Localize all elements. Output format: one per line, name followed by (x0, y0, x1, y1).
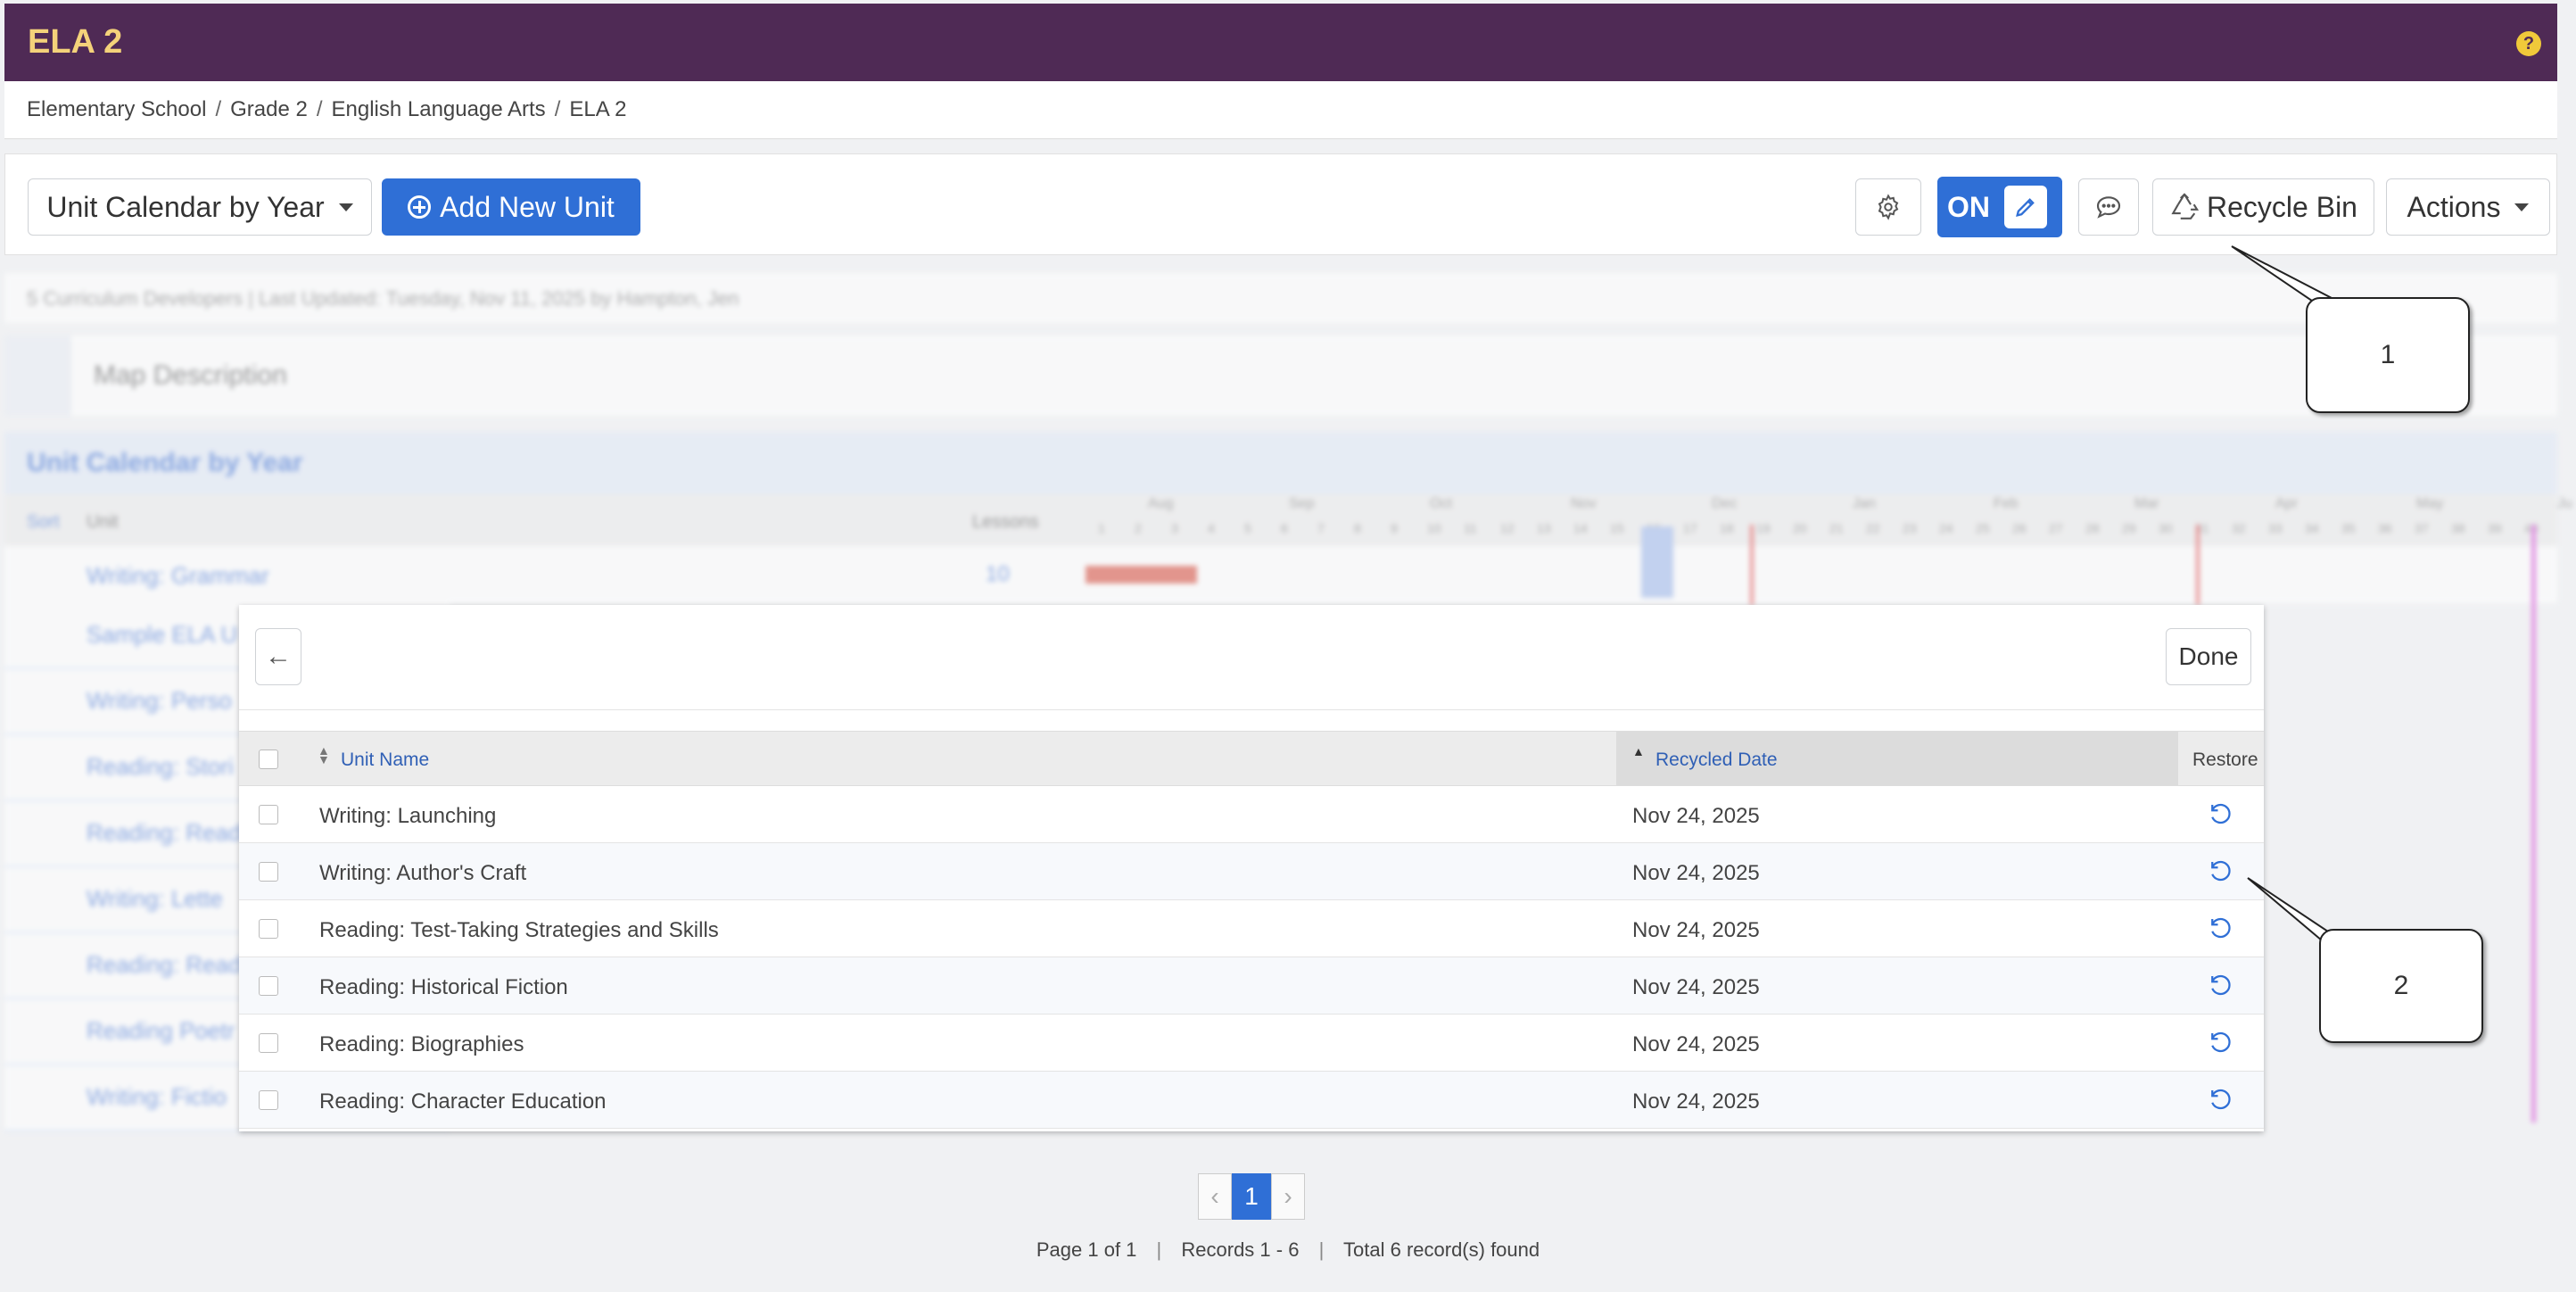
callout-pointers (2231, 245, 2340, 957)
callout-1: 1 (2306, 297, 2470, 413)
callout-2: 2 (2319, 929, 2483, 1043)
